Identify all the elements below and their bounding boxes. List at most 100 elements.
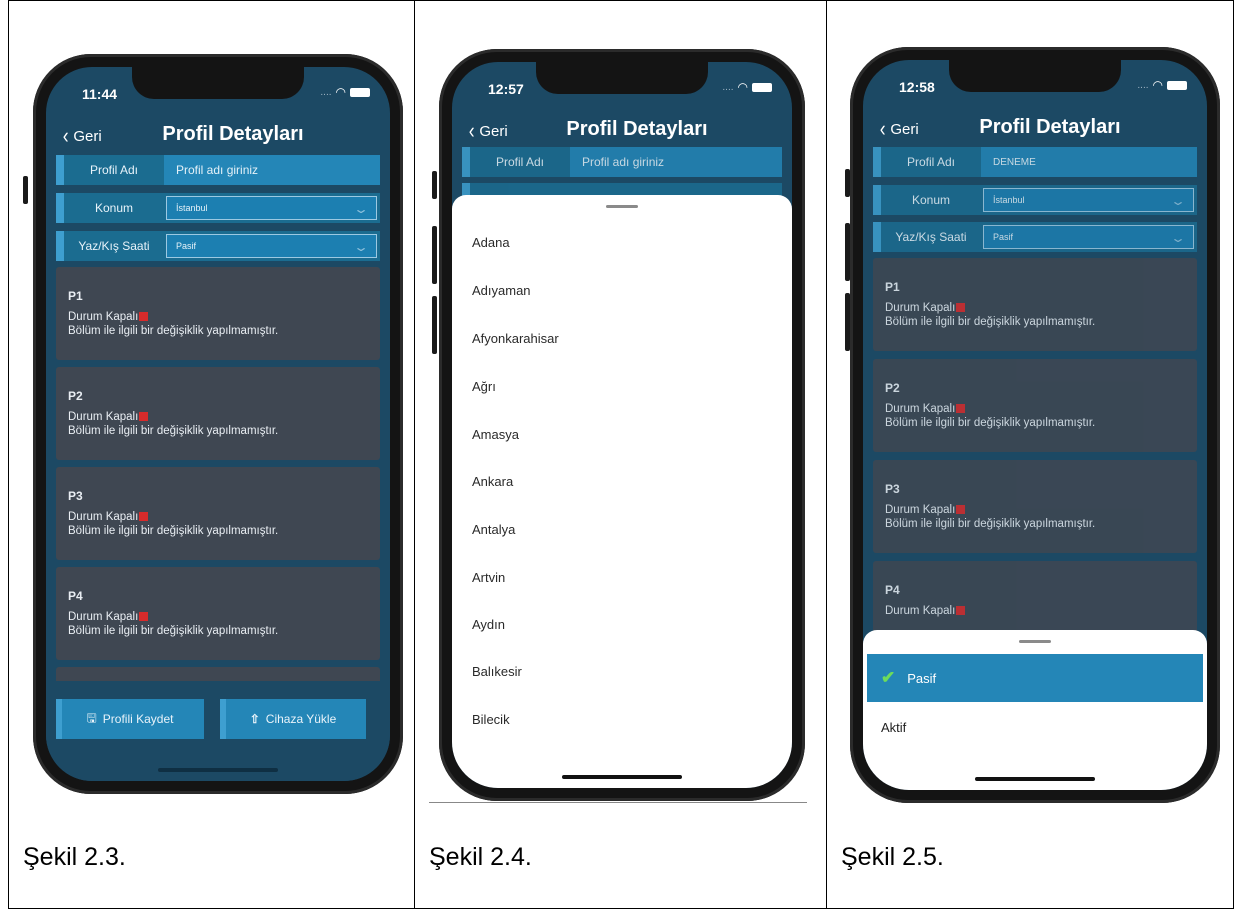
profile-name-input[interactable]: DENEME: [981, 147, 1197, 177]
sheet-grabber[interactable]: [1019, 640, 1051, 643]
nav-header: ‹ Geri Profil Detayları: [452, 116, 792, 150]
phone-side-button: [432, 226, 437, 284]
dst-value: Pasif: [993, 232, 1014, 242]
status-icons: .... ◠: [1137, 78, 1187, 92]
location-row: Konum İstanbul ⌄: [873, 185, 1197, 215]
home-indicator: [975, 777, 1095, 781]
dst-select[interactable]: Pasif ⌄: [166, 234, 377, 258]
city-option[interactable]: Artvin: [472, 570, 505, 585]
location-value: İstanbul: [176, 203, 208, 213]
profile-name-input[interactable]: Profil adı giriniz: [570, 147, 782, 177]
upload-device-button[interactable]: ⇧ Cihaza Yükle: [220, 699, 366, 739]
close-status-icon: [956, 303, 966, 312]
port-status-line: Durum Kapalı: [68, 311, 149, 323]
profile-name-input[interactable]: Profil adı giriniz: [164, 155, 380, 185]
profile-name-row: Profil Adı Profil adı giriniz: [462, 147, 782, 177]
row-accent: [873, 185, 881, 215]
wifi-icon: ◠: [335, 85, 346, 99]
port-status: Durum Kapalı: [885, 605, 956, 617]
status-time: 12:58: [899, 79, 935, 95]
chevron-down-icon: ⌄: [352, 202, 370, 216]
dst-picker-sheet: ✔ Pasif Aktif: [863, 630, 1207, 790]
option-label: Pasif: [907, 670, 937, 686]
option-label: Aktif: [881, 719, 907, 735]
port-name: P4: [885, 583, 900, 597]
signal-icon: ....: [722, 81, 734, 93]
dst-label: Yaz/Kış Saati: [895, 230, 967, 244]
city-option[interactable]: Adana: [472, 235, 510, 250]
dst-row: Yaz/Kış Saati Pasif ⌄: [873, 222, 1197, 252]
city-option[interactable]: Adıyaman: [472, 283, 531, 298]
status-time: 12:57: [488, 81, 524, 97]
port-name: P3: [68, 489, 83, 503]
port-status: Durum Kapalı: [68, 611, 139, 623]
phone-side-button: [432, 171, 437, 199]
port-status: Durum Kapalı: [885, 302, 956, 314]
port-status-line: Durum Kapalı: [68, 411, 149, 423]
port-card[interactable]: P1 Durum Kapalı Bölüm ile ilgili bir değ…: [873, 258, 1197, 351]
profile-name-row: Profil Adı DENEME: [873, 147, 1197, 177]
status-time: 11:44: [82, 86, 118, 102]
figure-panel-2-5: 12:58 .... ◠ ‹ Geri Profil Detayları Prof…: [826, 0, 1234, 909]
close-status-icon: [139, 312, 149, 321]
city-picker-sheet: Adana Adıyaman Afyonkarahisar Ağrı Amasy…: [452, 195, 792, 788]
button-accent: [220, 699, 226, 739]
port-card[interactable]: P1 Durum Kapalı Bölüm ile ilgili bir değ…: [56, 267, 380, 360]
option-active[interactable]: Aktif: [867, 703, 1203, 751]
city-option[interactable]: Afyonkarahisar: [472, 331, 559, 346]
status-icons: .... ◠: [320, 85, 370, 99]
save-profile-button[interactable]: 🖫 Profili Kaydet: [56, 699, 204, 739]
phone-screen: 11:44 .... ◠ ‹ Geri Profil Detayları Prof…: [46, 67, 390, 781]
city-option[interactable]: Aydın: [472, 617, 505, 632]
dst-label: Yaz/Kış Saati: [78, 239, 150, 253]
row-accent: [873, 147, 881, 177]
port-card[interactable]: P3 Durum Kapalı Bölüm ile ilgili bir değ…: [56, 467, 380, 560]
port-description: Bölüm ile ilgili bir değişiklik yapılmam…: [68, 425, 279, 437]
location-label: Konum: [94, 201, 134, 215]
city-option[interactable]: Bilecik: [472, 712, 510, 727]
phone-side-button: [23, 176, 28, 204]
location-select[interactable]: İstanbul ⌄: [166, 196, 377, 220]
port-description: Bölüm ile ilgili bir değişiklik yapılmam…: [885, 518, 1096, 530]
port-description: Bölüm ile ilgili bir değişiklik yapılmam…: [885, 316, 1096, 328]
dst-select[interactable]: Pasif ⌄: [983, 225, 1194, 249]
port-status-line: Durum Kapalı: [885, 605, 966, 617]
nav-header: ‹ Geri Profil Detayları: [863, 114, 1207, 148]
save-icon: 🖫: [86, 710, 97, 725]
phone-notch: [949, 60, 1121, 92]
phone-side-button: [432, 296, 437, 354]
figure-caption: Şekil 2.5.: [841, 843, 944, 871]
city-option[interactable]: Ağrı: [472, 379, 496, 394]
city-option[interactable]: Ankara: [472, 474, 513, 489]
row-accent: [56, 155, 64, 185]
sheet-grabber[interactable]: [606, 205, 638, 208]
port-status-line: Durum Kapalı: [885, 403, 966, 415]
location-label: Konum: [911, 193, 951, 207]
phone-frame: 11:44 .... ◠ ‹ Geri Profil Detayları Prof…: [33, 54, 403, 794]
row-accent: [56, 193, 64, 223]
port-card[interactable]: P3 Durum Kapalı Bölüm ile ilgili bir değ…: [873, 460, 1197, 553]
phone-frame: 12:57 .... ◠ ‹ Geri Profil Detayları Prof…: [439, 49, 805, 801]
profile-name-label: Profil Adı: [89, 163, 139, 177]
port-card[interactable]: P2 Durum Kapalı Bölüm ile ilgili bir değ…: [873, 359, 1197, 452]
save-profile-label: Profili Kaydet: [102, 712, 174, 726]
city-option[interactable]: Balıkesir: [472, 664, 522, 679]
signal-icon: ....: [1137, 79, 1149, 91]
phone-frame: 12:58 .... ◠ ‹ Geri Profil Detayları Prof…: [850, 47, 1220, 803]
upload-icon: ⇧: [249, 712, 260, 726]
port-card[interactable]: P2 Durum Kapalı Bölüm ile ilgili bir değ…: [56, 367, 380, 460]
close-status-icon: [139, 612, 149, 621]
port-card[interactable]: P4 Durum Kapalı Bölüm ile ilgili bir değ…: [56, 567, 380, 660]
battery-icon: [1167, 80, 1187, 90]
port-status-line: Durum Kapalı: [68, 511, 149, 523]
port-status: Durum Kapalı: [68, 511, 139, 523]
close-status-icon: [956, 404, 966, 413]
page-title: Profil Detayları: [162, 123, 304, 145]
city-option[interactable]: Amasya: [472, 427, 519, 442]
close-status-icon: [956, 505, 966, 514]
city-option[interactable]: Antalya: [472, 522, 515, 537]
figure-panel-2-3: 11:44 .... ◠ ‹ Geri Profil Detayları Prof…: [8, 0, 416, 909]
location-select[interactable]: İstanbul ⌄: [983, 188, 1194, 212]
option-passive[interactable]: ✔ Pasif: [867, 654, 1203, 702]
row-accent: [56, 231, 64, 261]
